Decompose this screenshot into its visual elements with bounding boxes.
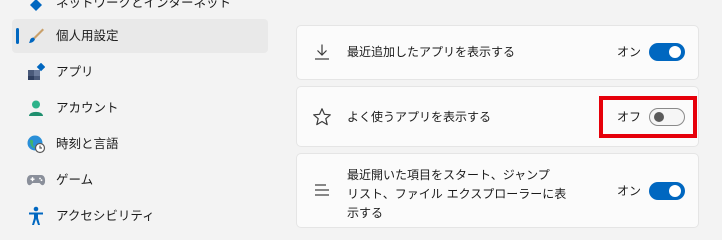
sidebar-item-label: ゲーム [56,172,94,187]
toggle-state-label: オン [617,45,642,59]
sidebar-item-personalization[interactable]: 個人用設定 [12,19,268,53]
account-icon [26,98,46,118]
star-icon [311,106,333,128]
sidebar-item-label: 個人用設定 [56,28,119,43]
time-language-icon [26,134,46,154]
toggle-state-label: オン [617,184,642,198]
toggle-knob [669,185,681,197]
sidebar-item-accounts[interactable]: アカウント [12,91,268,125]
network-icon [26,0,46,15]
brush-icon [26,26,46,46]
setting-label-line: 最近開いた項目をスタート、ジャンプ [347,168,550,182]
recent-apps-toggle[interactable] [649,43,685,61]
sidebar-item-gaming[interactable]: ゲーム [12,163,268,197]
setting-label: よく使うアプリを表示する [347,110,492,124]
sidebar-item-time-language[interactable]: 時刻と言語 [12,127,268,161]
selection-indicator [16,28,19,44]
sidebar-item-label: アカウント [56,100,119,115]
setting-label-line: リスト、ファイル エクスプローラーに表 [347,187,567,201]
sidebar-item-label: 時刻と言語 [56,136,119,151]
setting-label: 最近開いた項目をスタート、ジャンプ リスト、ファイル エクスプローラーに表 示す… [347,166,566,223]
setting-label-line: 示する [347,206,384,220]
toggle-knob [669,46,681,58]
setting-label: 最近追加したアプリを表示する [347,45,516,59]
recent-items-toggle[interactable] [649,182,685,200]
gamepad-icon [26,170,46,190]
highlight-annotation [599,96,697,138]
sidebar-item-label: アプリ [56,64,94,79]
list-icon [311,179,333,201]
settings-window: ネットワークとインターネット 個人用設定 アプリ アカウント 時刻と言語 ゲーム… [0,0,722,228]
setting-card-recent-items: 最近開いた項目をスタート、ジャンプ リスト、ファイル エクスプローラーに表 示す… [296,153,699,228]
sidebar-item-apps[interactable]: アプリ [12,55,268,89]
apps-icon [26,62,46,82]
setting-card-recent-apps: 最近追加したアプリを表示する オン [296,25,699,80]
download-icon [311,41,333,63]
sidebar-item-label: ネットワークとインターネット [56,0,232,10]
sidebar: ネットワークとインターネット 個人用設定 アプリ アカウント 時刻と言語 ゲーム… [0,0,270,225]
sidebar-item-label: アクセシビリティ [56,208,155,223]
accessibility-icon [26,206,46,226]
sidebar-item-accessibility[interactable]: アクセシビリティ [12,199,268,233]
